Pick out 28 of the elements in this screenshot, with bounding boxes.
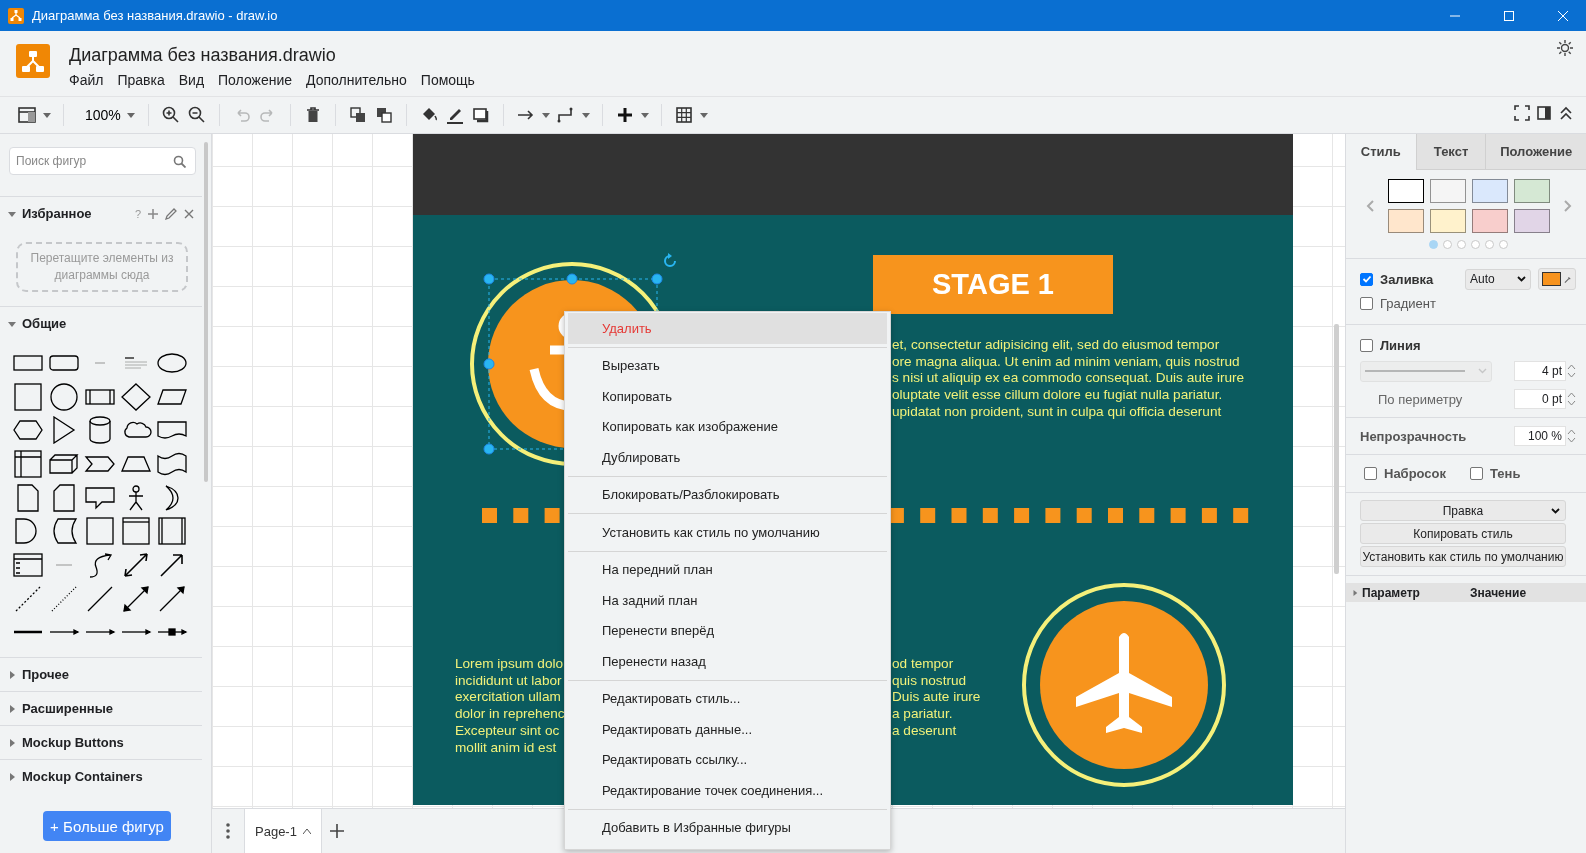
paragraph-line: ore magna aliqua. Ut enim ad minim veniam, quis nostrud [892,353,1241,371]
field-label: Заливка [1380,271,1435,287]
drop-hint: Перетащите элементы из диаграммы сюда [16,242,188,292]
paragraph-line: Excepteur sint oc [455,722,561,740]
paragraph-line: oluptate velit esse cillum dolore eu fugiat nulla pariatur. [892,387,1224,404]
paragraph-line: Lorem ipsum dolo [455,656,565,673]
paragraph-line: s nisi ut aliquip ex ea commodo consequat. Duis aute irure [892,370,1245,388]
field-label: Непрозрачность [1360,428,1467,444]
paragraph-line: dolor in reprehenc [455,706,565,723]
paragraph-line: incididunt ut labor [455,672,563,690]
paragraph-line: od tempor [892,656,955,673]
paragraph-line: exercitation ullam [455,689,562,707]
paragraph-line: upidatat non proident, sunt in culpa qui officia deserunt [892,403,1223,421]
window-title: Диаграмма без названия.drawio - draw.io [32,8,278,23]
field-label: По периметру [1377,391,1463,407]
field-label: Линия [1380,337,1421,353]
paragraph-line: mollit anim id est [455,739,558,757]
field-label: Набросок [1384,465,1447,481]
paragraph-line: a pariatur. [892,706,954,723]
field-label: Градиент [1380,295,1436,311]
field-label: Тень [1490,465,1521,481]
paragraph-line: quis nostrud [892,672,968,690]
paragraph-line: et, consectetur adipisicing elit, sed do eiusmod tempor [892,337,1221,354]
column-header: Значение [1470,585,1527,600]
paragraph-line: Duis aute irure [892,689,981,707]
paragraph-line: a deserunt [892,722,958,740]
column-header: Параметр [1362,585,1421,600]
stage-label: STAGE 1 [873,255,1113,314]
